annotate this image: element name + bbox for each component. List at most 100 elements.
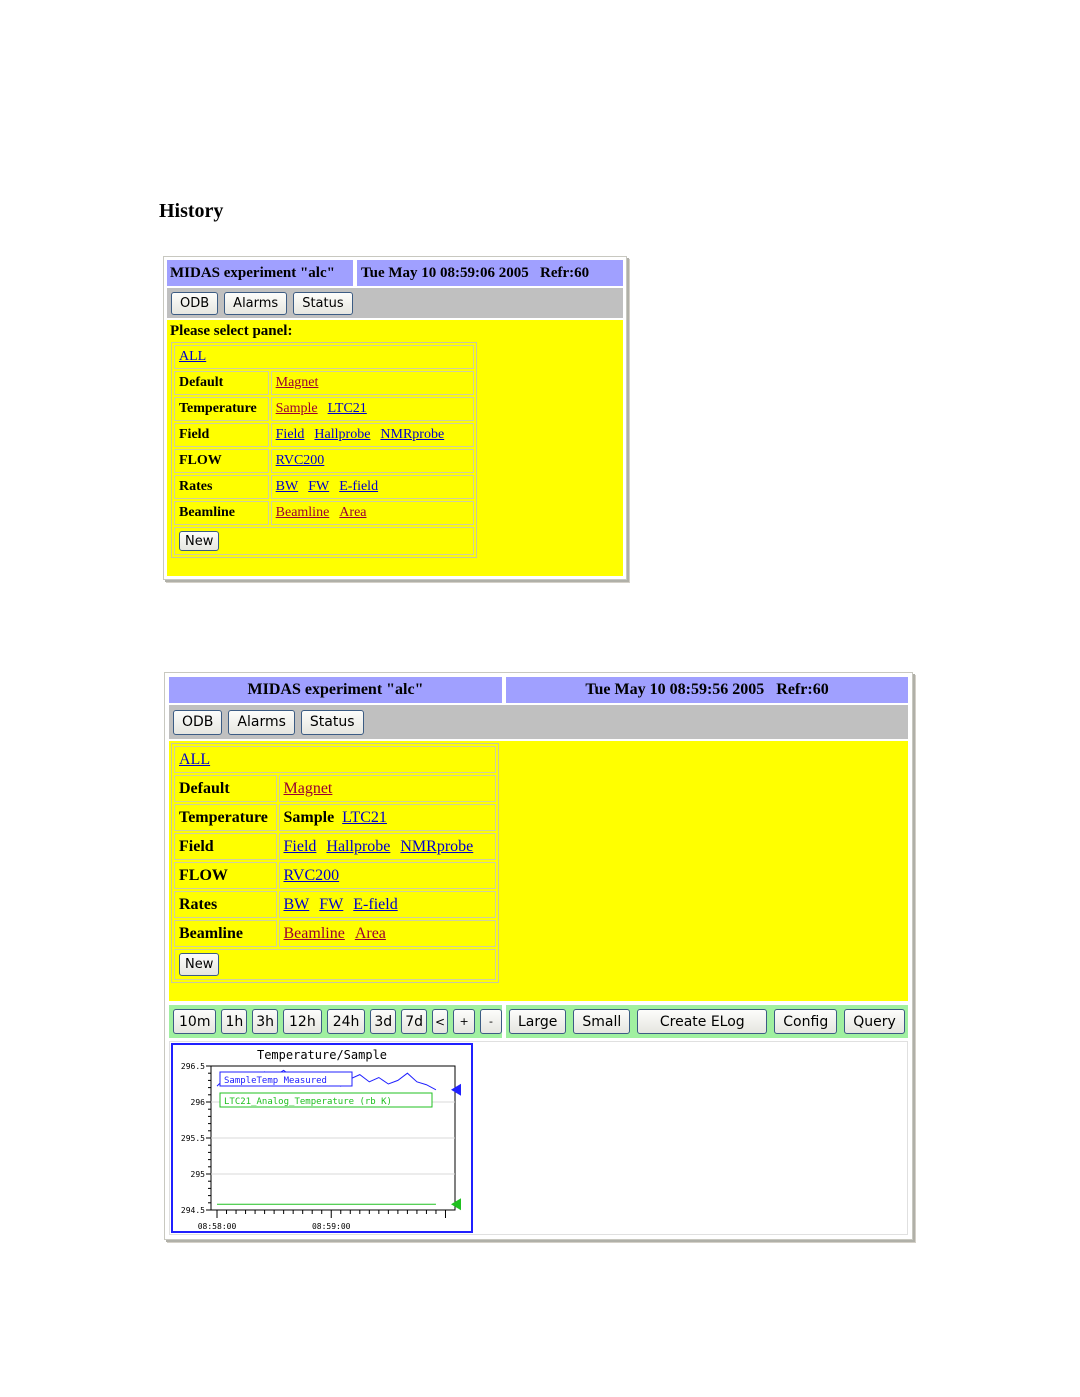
- group-label: Temperature: [174, 397, 269, 421]
- panel-group-row: Temperature Sample LTC21: [174, 804, 496, 831]
- select-panel-prompt: Please select panel:: [170, 323, 293, 339]
- group-panels: Field Hallprobe NMRprobe: [278, 833, 496, 860]
- new-row: New: [174, 949, 496, 980]
- panel-link-nmrprobe[interactable]: NMRprobe: [400, 838, 473, 855]
- zoom-in-button[interactable]: +: [453, 1009, 476, 1034]
- group-label: Temperature: [174, 804, 277, 831]
- status-button[interactable]: Status: [293, 291, 353, 315]
- range-3d-button[interactable]: 3d: [370, 1009, 397, 1034]
- small-button[interactable]: Small: [573, 1009, 631, 1034]
- datetime-cell: Tue May 10 08:59:56 2005 Refr:60: [506, 677, 908, 703]
- panel-link-beamline[interactable]: Beamline: [276, 505, 330, 520]
- group-label: Rates: [174, 475, 269, 499]
- page-heading: History: [159, 200, 224, 222]
- range-24h-button[interactable]: 24h: [326, 1009, 366, 1034]
- y-tick-label: 295: [191, 1170, 206, 1179]
- panel-group-row: Field Field Hallprobe NMRprobe: [174, 423, 474, 447]
- chart-svg: Temperature/Sample 296.5 296 295.5 295 294.5 0…: [181, 1048, 461, 1231]
- range-10m-button[interactable]: 10m: [173, 1009, 217, 1034]
- panel-link-nmrprobe[interactable]: NMRprobe: [380, 427, 444, 442]
- panel-link-beamline[interactable]: Beamline: [284, 925, 345, 942]
- create-elog-button[interactable]: Create ELog: [637, 1009, 768, 1034]
- panel-group-row: Rates BW FW E-field: [174, 891, 496, 918]
- legend-label: LTC21_Analog_Temperature (rb K): [224, 1097, 392, 1107]
- chart-title: Temperature/Sample: [257, 1048, 387, 1062]
- group-label: Default: [174, 371, 269, 395]
- panel-link-e-field[interactable]: E-field: [339, 479, 378, 494]
- group-label: Field: [174, 833, 277, 860]
- all-link[interactable]: ALL: [179, 751, 210, 768]
- group-panels: Magnet: [270, 371, 474, 395]
- new-panel-button[interactable]: New: [179, 531, 220, 551]
- x-tick-label: 08:59:00: [312, 1222, 351, 1231]
- group-panels: Sample LTC21: [278, 804, 496, 831]
- alarms-button[interactable]: Alarms: [228, 709, 295, 735]
- panel-link-bw[interactable]: BW: [276, 479, 299, 494]
- config-button[interactable]: Config: [774, 1009, 838, 1034]
- odb-button[interactable]: ODB: [171, 291, 219, 315]
- panel-group-row: Beamline Beamline Area: [174, 501, 474, 525]
- group-panels: Beamline Area: [270, 501, 474, 525]
- panel-link-area[interactable]: Area: [355, 925, 386, 942]
- panel-link-sample[interactable]: Sample: [276, 401, 318, 416]
- panel-selection-area: Please select panel: ALL Default Magnet Tem…: [167, 320, 623, 576]
- nav-bar: ODB Alarms Status: [167, 288, 623, 318]
- group-label: Beamline: [174, 920, 277, 947]
- panel-link-rvc200[interactable]: RVC200: [284, 867, 340, 884]
- panel-group-row: Temperature Sample LTC21: [174, 397, 474, 421]
- panel-link-rvc200[interactable]: RVC200: [276, 453, 325, 468]
- status-button[interactable]: Status: [300, 709, 364, 735]
- range-3h-button[interactable]: 3h: [252, 1009, 279, 1034]
- panel-link-fw[interactable]: FW: [308, 479, 329, 494]
- panel-link-magnet[interactable]: Magnet: [276, 375, 319, 390]
- panel-link-ltc21[interactable]: LTC21: [328, 401, 367, 416]
- all-link[interactable]: ALL: [179, 349, 206, 364]
- odb-button[interactable]: ODB: [173, 709, 223, 735]
- y-tick-label: 295.5: [181, 1134, 205, 1143]
- group-label: Field: [174, 423, 269, 447]
- all-row: ALL: [174, 345, 474, 369]
- range-7d-button[interactable]: 7d: [401, 1009, 427, 1034]
- history-chart[interactable]: Temperature/Sample 296.5 296 295.5 295 294.5 0…: [171, 1043, 473, 1233]
- panel-link-field[interactable]: Field: [284, 838, 317, 855]
- datetime-cell: Tue May 10 08:59:06 2005 Refr:60: [357, 260, 623, 286]
- range-12h-button[interactable]: 12h: [283, 1009, 322, 1034]
- back-button[interactable]: <: [431, 1009, 449, 1034]
- group-label: FLOW: [174, 449, 269, 473]
- range-1h-button[interactable]: 1h: [221, 1009, 248, 1034]
- datetime-refresh: Tue May 10 08:59:06 2005 Refr:60: [361, 264, 590, 281]
- panel-link-field[interactable]: Field: [276, 427, 305, 442]
- panel-link-magnet[interactable]: Magnet: [284, 780, 333, 797]
- panel-link-e-field[interactable]: E-field: [353, 896, 397, 913]
- zoom-out-button[interactable]: -: [480, 1009, 503, 1034]
- panel-group-row: Default Magnet: [174, 371, 474, 395]
- group-label: Rates: [174, 891, 277, 918]
- panel-link-hallprobe[interactable]: Hallprobe: [326, 838, 390, 855]
- new-panel-button[interactable]: New: [179, 953, 220, 976]
- group-panels: BW FW E-field: [278, 891, 496, 918]
- current-panel-sample: Sample: [283, 808, 335, 826]
- legend-label: SampleTemp Measured: [224, 1076, 327, 1086]
- alarms-button[interactable]: Alarms: [224, 291, 288, 315]
- panel-link-area[interactable]: Area: [339, 505, 366, 520]
- panel-link-hallprobe[interactable]: Hallprobe: [314, 427, 370, 442]
- history-plot-screenshot: MIDAS experiment "alc" Tue May 10 08:59:…: [164, 672, 913, 1240]
- large-button[interactable]: Large: [509, 1009, 567, 1034]
- panel-group-row: FLOW RVC200: [174, 862, 496, 889]
- group-label: Default: [174, 775, 277, 802]
- panel-group-row: FLOW RVC200: [174, 449, 474, 473]
- group-label: Beamline: [174, 501, 269, 525]
- panel-link-bw[interactable]: BW: [284, 896, 310, 913]
- group-panels: Field Hallprobe NMRprobe: [270, 423, 474, 447]
- group-label: FLOW: [174, 862, 277, 889]
- panel-link-ltc21[interactable]: LTC21: [342, 809, 387, 826]
- panel-group-row: Default Magnet: [174, 775, 496, 802]
- experiment-title: MIDAS experiment "alc": [247, 681, 424, 698]
- panel-selection-area: ALL Default Magnet Temperature Sample LTC21 Fi…: [169, 741, 908, 1001]
- query-button[interactable]: Query: [844, 1009, 905, 1034]
- group-panels: Magnet: [278, 775, 496, 802]
- panel-group-row: Rates BW FW E-field: [174, 475, 474, 499]
- time-range-toolbar: 10m 1h 3h 12h 24h 3d 7d < + -: [169, 1005, 503, 1038]
- panel-link-fw[interactable]: FW: [319, 896, 343, 913]
- experiment-title-cell: MIDAS experiment "alc": [167, 260, 353, 286]
